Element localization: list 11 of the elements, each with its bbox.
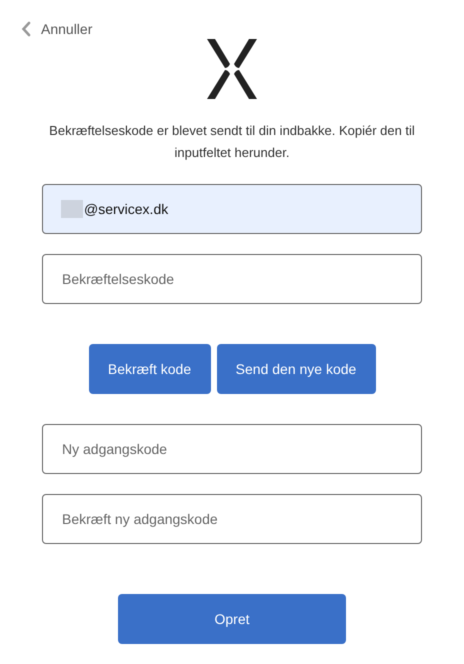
input-field[interactable]: Bekræftelseskode bbox=[42, 254, 422, 304]
submit-button[interactable]: Opret bbox=[118, 594, 346, 644]
back-link[interactable]: Annuller bbox=[21, 21, 92, 37]
action-button[interactable]: Bekræft kode bbox=[88, 344, 210, 394]
input-field[interactable]: @servicex.dk bbox=[42, 184, 422, 234]
input-field[interactable]: Bekræft ny adgangskode bbox=[42, 494, 422, 544]
input-field[interactable]: Ny adgangskode bbox=[42, 424, 422, 474]
logo-icon bbox=[204, 38, 260, 100]
chevron-left-icon bbox=[21, 21, 31, 37]
action-button[interactable]: Send den nye kode bbox=[216, 344, 376, 394]
instruction-text: Bekræftelseskode er blevet sendt til din indbakke. Kopiér den til inputfeltet herunder. bbox=[48, 122, 416, 162]
